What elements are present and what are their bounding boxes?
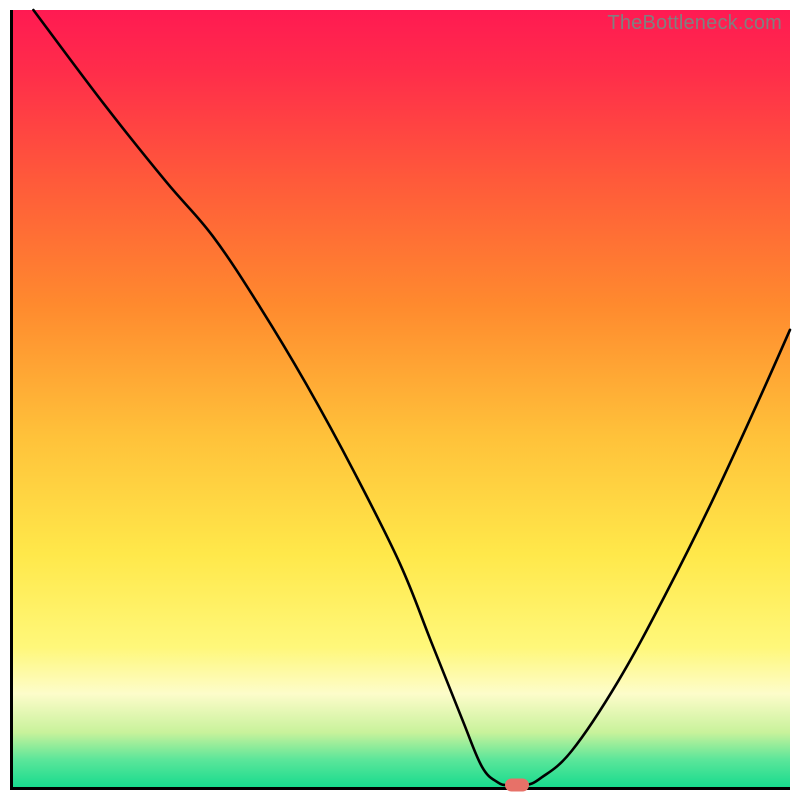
x-axis	[10, 787, 790, 790]
watermark-text: TheBottleneck.com	[607, 12, 782, 35]
chart-frame: TheBottleneck.com	[10, 10, 790, 790]
y-axis	[10, 10, 13, 790]
optimal-marker	[505, 779, 529, 792]
bottleneck-curve	[10, 10, 790, 790]
plot-area	[10, 10, 790, 790]
